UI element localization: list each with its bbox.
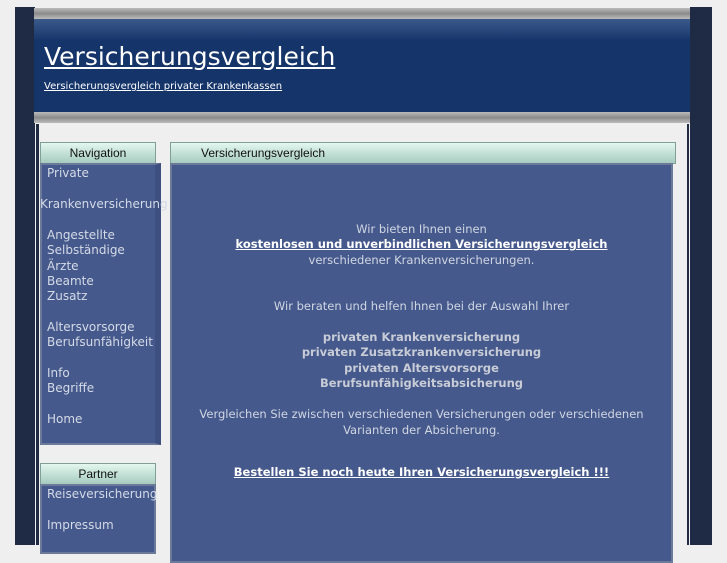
nav-aerzte[interactable]: Ärzte xyxy=(47,259,79,273)
nav-angestellte[interactable]: Angestellte xyxy=(47,228,115,242)
right-border-strip xyxy=(690,7,712,545)
nav-zusatz[interactable]: Zusatz xyxy=(47,289,87,303)
list-item: privaten Krankenversicherung xyxy=(322,330,521,344)
compare-text: Vergleichen Sie zwischen verschiedenen V… xyxy=(199,407,644,421)
partner-impressum[interactable]: Impressum xyxy=(47,518,114,532)
nav-selbstaendige[interactable]: Selbständige xyxy=(47,243,125,257)
navigation-heading: Navigation xyxy=(40,142,156,164)
list-item: privaten Altersvorsorge xyxy=(344,361,499,375)
right-divider xyxy=(687,124,689,545)
nav-private[interactable]: Private xyxy=(47,166,89,180)
site-header: Versicherungsvergleich Versicherungsverg… xyxy=(34,8,690,123)
nav-home[interactable]: Home xyxy=(47,412,82,426)
nav-krankenversicherung[interactable]: Krankenversicherung xyxy=(40,197,168,211)
advice-text: Wir beraten und helfen Ihnen bei der Aus… xyxy=(273,299,570,313)
nav-altersvorsorge[interactable]: Altersvorsorge xyxy=(47,320,135,334)
intro-link[interactable]: kostenlosen und unverbindlichen Versiche… xyxy=(172,237,671,251)
nav-beamte[interactable]: Beamte xyxy=(47,274,94,288)
left-divider xyxy=(36,124,39,545)
navigation-menu: Private Krankenversicherung Angestellte … xyxy=(40,163,168,445)
nav-berufsunfaehigkeit[interactable]: Berufsunfähigkeit xyxy=(47,335,153,349)
list-item: Berufsunfähigkeitsabsicherung xyxy=(319,376,524,390)
header-bottom-bar xyxy=(34,112,690,123)
order-link[interactable]: Bestellen Sie noch heute Ihren Versicher… xyxy=(172,465,671,479)
partner-heading: Partner xyxy=(40,463,156,485)
partner-menu: Reiseversicherung Impressum xyxy=(40,484,158,554)
partner-reiseversicherung[interactable]: Reiseversicherung xyxy=(47,487,158,501)
nav-begriffe[interactable]: Begriffe xyxy=(47,381,94,395)
left-border-strip xyxy=(15,7,35,545)
compare-text-2: Varianten der Absicherung. xyxy=(343,423,500,437)
site-subtitle-link[interactable]: Versicherungsvergleich privater Krankenk… xyxy=(44,81,282,92)
nav-info[interactable]: Info xyxy=(47,366,70,380)
content-panel: Wir bieten Ihnen einen kostenlosen und u… xyxy=(170,163,673,563)
site-title-link[interactable]: Versicherungsvergleich xyxy=(44,42,335,71)
list-item: privaten Zusatzkrankenversicherung xyxy=(301,345,542,359)
header-gradient xyxy=(34,19,690,41)
header-top-bar xyxy=(34,8,690,19)
intro-text-2: verschiedener Krankenversicherungen. xyxy=(308,253,535,267)
content-heading: Versicherungsvergleich xyxy=(170,142,676,164)
intro-text: Wir bieten Ihnen einen xyxy=(356,222,487,236)
